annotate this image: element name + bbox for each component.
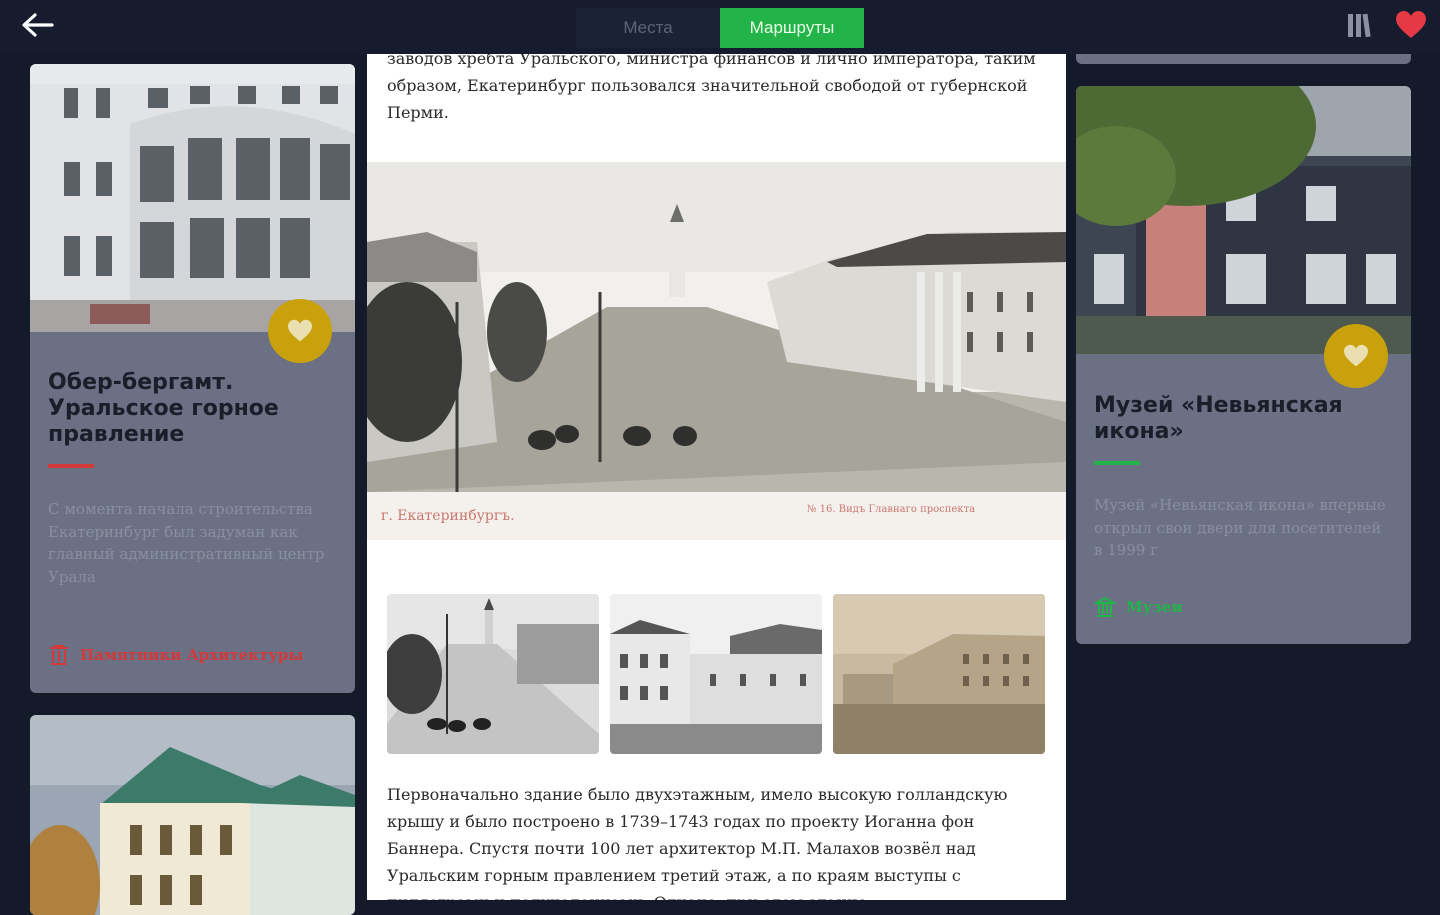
article-paragraph: Первоначально здание было двухэтажным, и… — [387, 785, 1008, 900]
card-photo — [30, 64, 355, 332]
card-photo — [30, 715, 355, 915]
article-paragraph: заводов хребта Уральского, министра фина… — [387, 54, 1036, 122]
hero-caption-left: г. Екатеринбургъ. — [381, 508, 515, 524]
back-button[interactable] — [18, 8, 58, 44]
card-category[interactable]: Памятники Архитектуры — [48, 644, 303, 666]
card-description: С момента начала строительства Екатеринб… — [48, 500, 325, 586]
card-category[interactable]: Музеи — [1094, 596, 1182, 618]
library-icon[interactable] — [1346, 10, 1376, 40]
hero-caption-right: № 16. Видъ Главнаго проспекта — [807, 504, 975, 515]
hero-photo[interactable]: г. Екатеринбургъ. № 16. Видъ Главнаго пр… — [367, 162, 1066, 540]
photo-gallery — [387, 594, 1045, 754]
favorites-heart-icon[interactable] — [1394, 10, 1428, 40]
place-card-oberbergamt[interactable]: Обер-бергамт. Уральское горное правление… — [30, 64, 355, 693]
heart-icon — [1344, 344, 1368, 367]
category-label: Музеи — [1126, 598, 1183, 616]
gallery-thumb-3[interactable] — [833, 594, 1045, 754]
arrow-left-icon — [22, 13, 54, 37]
article-panel: заводов хребта Уральского, министра фина… — [367, 54, 1066, 900]
top-bar: Места Маршруты — [0, 0, 1440, 54]
monument-icon — [50, 645, 68, 665]
title-underline — [1094, 461, 1140, 465]
place-card-next[interactable] — [30, 715, 355, 915]
top-icons — [1346, 10, 1428, 40]
museum-icon — [1094, 596, 1116, 617]
tab-places[interactable]: Места — [576, 8, 720, 48]
heart-icon — [288, 319, 312, 342]
title-underline — [48, 464, 94, 468]
place-card-nevyansk-icon[interactable]: Музей «Невьянская икона» Музей «Невьянск… — [1076, 86, 1411, 644]
card-description: Музей «Невьянская икона» впервые открыл … — [1094, 496, 1386, 559]
gallery-thumb-2[interactable] — [610, 594, 822, 754]
category-label: Памятники Архитектуры — [80, 646, 304, 664]
card-title: Музей «Невьянская икона» — [1094, 393, 1343, 444]
tab-routes[interactable]: Маршруты — [720, 8, 864, 48]
card-title: Обер-бергамт. Уральское горное правление — [48, 370, 279, 447]
favorite-button[interactable] — [268, 299, 332, 363]
mode-tabs: Места Маршруты — [576, 8, 864, 48]
favorite-button[interactable] — [1324, 324, 1388, 388]
gallery-thumb-1[interactable] — [387, 594, 599, 754]
card-photo — [1076, 86, 1411, 354]
